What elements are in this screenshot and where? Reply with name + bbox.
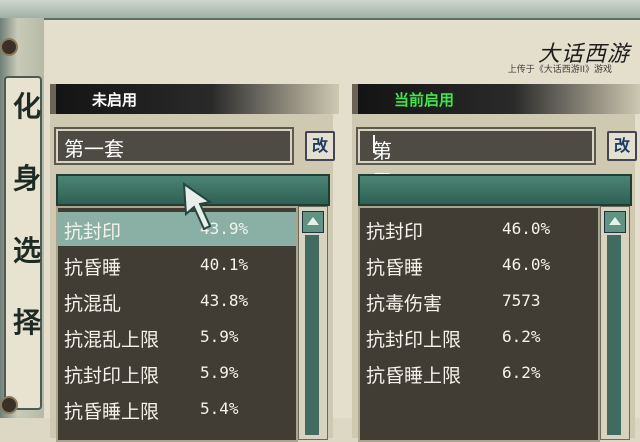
scroll-track[interactable] [607, 235, 621, 435]
set-name-text: 第一套 [64, 137, 124, 161]
logo-subtitle: 上传于《大话西游II》游戏 [507, 65, 612, 75]
rename-button[interactable]: 改 [607, 131, 637, 161]
attribute-name: 抗昏睡 [366, 257, 424, 279]
panel-status-header: 未启用 [50, 84, 339, 114]
ornament-knob-icon [0, 396, 18, 414]
rename-button[interactable]: 改 [305, 131, 335, 161]
attribute-list-header [358, 174, 632, 206]
attribute-row[interactable]: 抗昏睡上限 5.4% [58, 392, 296, 426]
side-title-char: 身 [13, 162, 42, 195]
attribute-value: 5.4% [200, 399, 239, 418]
attribute-value: 7573 [502, 291, 541, 310]
text-caret [373, 135, 375, 153]
attribute-name: 抗混乱 [64, 293, 122, 315]
attribute-value: 46.0% [502, 219, 551, 238]
attribute-value: 40.1% [200, 255, 249, 274]
attribute-value: 6.2% [502, 327, 541, 346]
attribute-row[interactable]: 抗昏睡 46.0% [360, 248, 598, 282]
attribute-row[interactable]: 抗昏睡 40.1% [58, 248, 296, 282]
scroll-up-icon[interactable] [604, 211, 626, 233]
attribute-list[interactable]: 抗封印 43.9% 抗昏睡 40.1% 抗混乱 43.8% 抗混乱上限 5.9% 抗封印上限 5.… [56, 206, 298, 442]
attribute-row[interactable]: 抗混乱上限 5.9% [58, 320, 296, 354]
scroll-track[interactable] [305, 235, 319, 435]
set-name-field[interactable]: 第一套 [54, 127, 294, 165]
panel-status-label: 未启用 [92, 91, 138, 109]
attribute-name: 抗封印上限 [366, 329, 462, 351]
side-title-plaque: 化 身 选 择 [4, 76, 42, 410]
attribute-row[interactable]: 抗封印上限 6.2% [360, 320, 598, 354]
side-title-char: 选 [13, 234, 42, 267]
attribute-row[interactable]: 抗封印 43.9% [58, 212, 296, 246]
set-panel-1: 未启用 第一套 改 抗封印 43.9% 抗昏睡 40.1% 抗混乱 43.8% 抗混乱上限 5… [50, 84, 339, 442]
attribute-row[interactable]: 抗毒伤害 7573 [360, 284, 598, 318]
side-title-char: 化 [13, 90, 42, 123]
attribute-value: 43.8% [200, 291, 249, 310]
attribute-name: 抗昏睡上限 [64, 401, 160, 423]
attribute-row[interactable]: 抗封印上限 5.9% [58, 356, 296, 390]
attribute-row[interactable]: 抗昏睡上限 6.2% [360, 356, 598, 390]
avatar-selection-window: 大话西游 上传于《大话西游II》游戏 未启用 第一套 改 抗封印 43.9% 抗昏睡… [44, 20, 640, 442]
panel-status-header: 当前启用 [352, 84, 640, 114]
attribute-value: 5.9% [200, 363, 239, 382]
scrollbar[interactable] [298, 206, 328, 440]
attribute-name: 抗混乱上限 [64, 329, 160, 351]
attribute-name: 抗封印 [64, 221, 122, 243]
set-panel-2: 当前启用 第二套 改 抗封印 46.0% 抗昏睡 46.0% 抗毒伤害 7573 抗封印上限… [352, 84, 640, 442]
attribute-name: 抗昏睡 [64, 257, 122, 279]
attribute-row[interactable]: 抗封印 46.0% [360, 212, 598, 246]
attribute-value: 6.2% [502, 363, 541, 382]
window-top-frame [0, 0, 640, 20]
side-title-char: 择 [13, 306, 42, 339]
mouse-cursor-icon [182, 181, 213, 231]
attribute-name: 抗毒伤害 [366, 293, 443, 315]
attribute-name: 抗昏睡上限 [366, 365, 462, 387]
set-name-field[interactable]: 第二套 [356, 127, 596, 221]
attribute-name: 抗封印 [366, 221, 424, 243]
attribute-name: 抗封印上限 [64, 365, 160, 387]
panel-status-label: 当前启用 [394, 91, 455, 109]
scroll-up-icon[interactable] [302, 211, 324, 233]
scrollbar[interactable] [600, 206, 630, 440]
attribute-list[interactable]: 抗封印 46.0% 抗昏睡 46.0% 抗毒伤害 7573 抗封印上限 6.2% 抗昏睡上限 6.… [358, 206, 600, 442]
attribute-row[interactable]: 抗混乱 43.8% [58, 284, 296, 318]
ornament-knob-icon [0, 38, 18, 56]
attribute-value: 5.9% [200, 327, 239, 346]
attribute-value: 46.0% [502, 255, 551, 274]
side-frame: 化 身 选 择 [0, 18, 44, 418]
